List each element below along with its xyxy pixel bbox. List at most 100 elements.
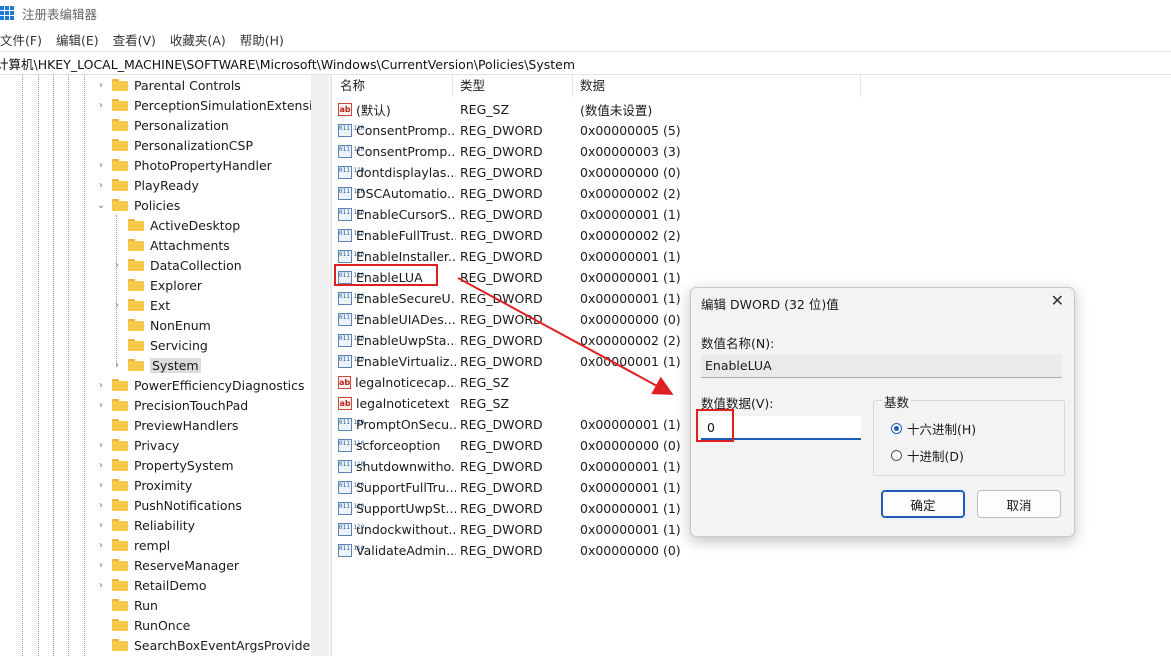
value-type: REG_DWORD	[460, 165, 543, 180]
tree-item[interactable]: › RetailDemo	[96, 575, 206, 595]
value-row[interactable]: 011 110 ValidateAdmin... REG_DWORD 0x000000…	[332, 540, 852, 561]
value-row[interactable]: ab (默认) REG_SZ (数值未设置)	[332, 99, 852, 120]
value-row[interactable]: 011 110 EnableFullTrust... REG_DWORD 0x0000…	[332, 225, 852, 246]
tree-item[interactable]: › Ext	[112, 295, 170, 315]
chevron-right-icon[interactable]: ›	[112, 360, 122, 371]
radio-hex[interactable]: 十六进制(H)	[891, 419, 976, 438]
value-name-cell: 011 110 shutdownwitho...	[338, 459, 456, 474]
value-row[interactable]: 011 110 DSCAutomatio... REG_DWORD 0x0000000…	[332, 183, 852, 204]
close-icon[interactable]: ✕	[1051, 291, 1064, 310]
chevron-right-icon[interactable]: ›	[96, 440, 106, 451]
chevron-right-icon[interactable]: ›	[112, 260, 122, 271]
tree-item[interactable]: › System	[112, 355, 201, 375]
tree-item[interactable]: Personalization	[96, 115, 229, 135]
tree-item[interactable]: PersonalizationCSP	[96, 135, 253, 155]
tree-item[interactable]: › PropertySystem	[96, 455, 234, 475]
tree-item[interactable]: SearchBoxEventArgsProvider	[96, 635, 311, 655]
column-type-header[interactable]: 类型	[452, 75, 573, 97]
value-data: 0x00000001 (1)	[580, 459, 681, 474]
tree-item[interactable]: Servicing	[112, 335, 208, 355]
chevron-down-icon[interactable]: ⌄	[96, 200, 106, 211]
folder-icon	[112, 419, 128, 431]
menu-edit[interactable]: 编辑(E)	[56, 30, 99, 50]
folder-icon	[112, 79, 128, 91]
chevron-right-icon[interactable]: ›	[96, 480, 106, 491]
tree-item[interactable]: › PrecisionTouchPad	[96, 395, 248, 415]
tree-item[interactable]: Run	[96, 595, 158, 615]
value-name: ConsentPromp...	[356, 123, 456, 138]
tree-item[interactable]: PreviewHandlers	[96, 415, 238, 435]
tree-item[interactable]: › Privacy	[96, 435, 179, 455]
tree-item[interactable]: Attachments	[112, 235, 230, 255]
value-row[interactable]: 011 110 dontdisplaylas... REG_DWORD 0x00000…	[332, 162, 852, 183]
value-type: REG_DWORD	[460, 522, 543, 537]
tree-item[interactable]: › ReserveManager	[96, 555, 239, 575]
folder-icon	[112, 199, 128, 211]
tree-item[interactable]: Explorer	[112, 275, 202, 295]
tree-item-label: Servicing	[150, 337, 208, 353]
chevron-right-icon[interactable]: ›	[96, 520, 106, 531]
chevron-right-icon[interactable]: ›	[96, 460, 106, 471]
tree-item[interactable]: › PowerEfficiencyDiagnostics	[96, 375, 305, 395]
value-type: REG_DWORD	[460, 249, 543, 264]
dword-value-icon: 011 110	[338, 124, 364, 137]
chevron-right-icon[interactable]: ›	[96, 500, 106, 511]
chevron-right-icon[interactable]: ›	[96, 100, 106, 111]
tree-item[interactable]: ⌄ Policies	[96, 195, 180, 215]
folder-icon	[112, 479, 128, 491]
tree-item[interactable]: › Reliability	[96, 515, 195, 535]
tree-item[interactable]: ActiveDesktop	[112, 215, 240, 235]
value-name-cell: 011 110 EnableUwpSta...	[338, 333, 456, 348]
folder-icon	[128, 359, 144, 371]
cancel-button[interactable]: 取消	[977, 490, 1061, 518]
tree-item[interactable]: › PushNotifications	[96, 495, 242, 515]
menu-view[interactable]: 查看(V)	[113, 30, 156, 50]
menu-favorites[interactable]: 收藏夹(A)	[170, 30, 226, 50]
tree-item[interactable]: › Proximity	[96, 475, 192, 495]
tree-item[interactable]: › Parental Controls	[96, 75, 241, 95]
value-row[interactable]: 011 110 ConsentPromp... REG_DWORD 0x0000000…	[332, 141, 852, 162]
value-row[interactable]: 011 110 EnableCursorS... REG_DWORD 0x000000…	[332, 204, 852, 225]
value-name-cell: 011 110 undockwithout...	[338, 522, 456, 537]
tree-item[interactable]: › PhotoPropertyHandler	[96, 155, 272, 175]
column-data-header[interactable]: 数据	[572, 75, 861, 97]
chevron-right-icon[interactable]: ›	[96, 380, 106, 391]
chevron-right-icon[interactable]: ›	[96, 560, 106, 571]
radio-hex-label: 十六进制(H)	[907, 422, 977, 437]
tree-item[interactable]: RunOnce	[96, 615, 190, 635]
chevron-right-icon[interactable]: ›	[96, 160, 106, 171]
tree-item[interactable]: › rempl	[96, 535, 170, 555]
column-name-header[interactable]: 名称	[332, 75, 453, 97]
folder-icon	[128, 339, 144, 351]
folder-icon	[112, 639, 128, 651]
key-tree[interactable]: › Parental Controls › PerceptionSimulationE…	[0, 75, 311, 656]
tree-item-label: System	[150, 357, 201, 373]
no-expander	[96, 420, 106, 430]
radio-unselected-icon[interactable]	[891, 450, 902, 461]
no-expander	[96, 120, 106, 130]
title-bar: 注册表编辑器	[0, 0, 1171, 26]
tree-item[interactable]: › PlayReady	[96, 175, 199, 195]
value-data: 0x00000000 (0)	[580, 438, 681, 453]
ok-button[interactable]: 确定	[881, 490, 965, 518]
chevron-right-icon[interactable]: ›	[96, 540, 106, 551]
address-bar[interactable]: 计算机\HKEY_LOCAL_MACHINE\SOFTWARE\Microsof…	[0, 51, 1171, 75]
chevron-right-icon[interactable]: ›	[96, 80, 106, 91]
chevron-right-icon[interactable]: ›	[112, 300, 122, 311]
tree-item[interactable]: NonEnum	[112, 315, 211, 335]
value-type: REG_DWORD	[460, 438, 543, 453]
tree-item[interactable]: › PerceptionSimulationExtensions	[96, 95, 311, 115]
tree-scrollbar[interactable]	[311, 75, 329, 656]
menu-help[interactable]: 帮助(H)	[240, 30, 284, 50]
tree-item-label: Policies	[134, 197, 181, 213]
chevron-right-icon[interactable]: ›	[96, 580, 106, 591]
menu-file[interactable]: 文件(F)	[0, 30, 42, 50]
chevron-right-icon[interactable]: ›	[96, 180, 106, 191]
chevron-right-icon[interactable]: ›	[96, 400, 106, 411]
value-name-cell: 011 110 EnableFullTrust...	[338, 228, 456, 243]
tree-item[interactable]: › DataCollection	[112, 255, 242, 275]
address-path[interactable]: 计算机\HKEY_LOCAL_MACHINE\SOFTWARE\Microsof…	[0, 54, 575, 73]
radio-selected-icon[interactable]	[891, 423, 902, 434]
value-row[interactable]: 011 110 ConsentPromp... REG_DWORD 0x0000000…	[332, 120, 852, 141]
radio-dec[interactable]: 十进制(D)	[891, 446, 964, 465]
